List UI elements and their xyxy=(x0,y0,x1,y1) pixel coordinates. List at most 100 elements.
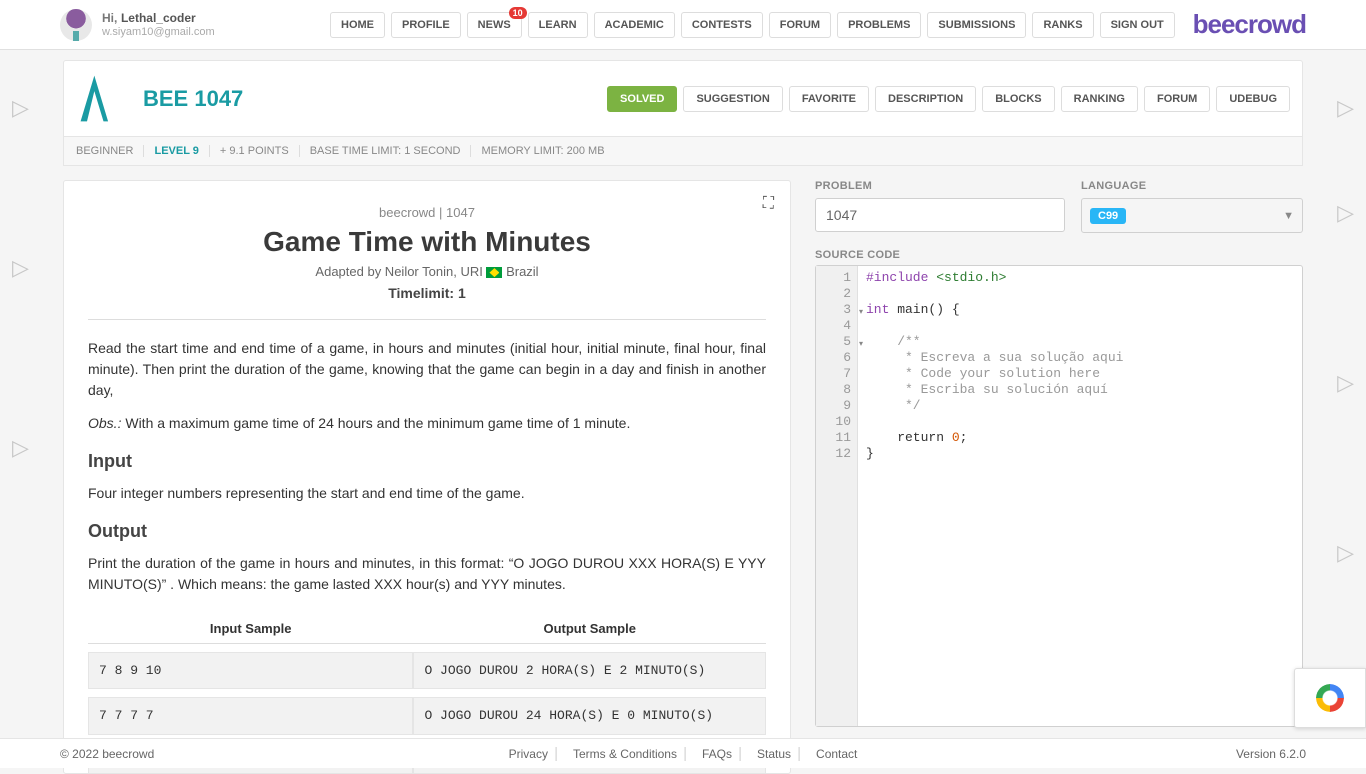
problem-title-bar: BEE 1047 SOLVED SUGGESTION FAVORITE DESC… xyxy=(63,60,1303,137)
obs-label: Obs.: xyxy=(88,415,121,431)
footer-copy: © 2022 beecrowd xyxy=(60,747,154,761)
nav-home[interactable]: HOME xyxy=(330,12,385,38)
code-token: <stdio.h> xyxy=(928,270,1006,285)
nav-forum[interactable]: FORUM xyxy=(769,12,831,38)
meta-basetime: BASE TIME LIMIT: 1 SECOND xyxy=(310,145,472,157)
user-email: w.siyam10@gmail.com xyxy=(102,26,215,39)
table-row: 7 7 7 7O JOGO DUROU 24 HORA(S) E 0 MINUT… xyxy=(88,697,766,735)
fold-icon[interactable]: ▾ xyxy=(859,337,863,353)
nav-news-label: NEWS xyxy=(478,19,511,31)
decor-arrow-icon: ▷ xyxy=(1337,200,1354,226)
news-badge: 10 xyxy=(509,7,527,19)
code-token: ; xyxy=(960,430,968,445)
footer-faqs[interactable]: FAQs xyxy=(694,747,741,761)
decor-arrow-icon: ▷ xyxy=(12,255,29,281)
meta-level[interactable]: LEVEL 9 xyxy=(154,145,209,157)
decor-arrow-icon: ▷ xyxy=(12,435,29,461)
user-text: Hi, Lethal_coder w.siyam10@gmail.com xyxy=(102,10,215,39)
nav-contests[interactable]: CONTESTS xyxy=(681,12,763,38)
editor-gutter: 123▾45▾6789101112 xyxy=(816,266,858,726)
main-nav: HOME PROFILE NEWS10 LEARN ACADEMIC CONTE… xyxy=(330,12,1175,38)
table-row: 7 8 9 10O JOGO DUROU 2 HORA(S) E 2 MINUT… xyxy=(88,652,766,690)
tab-suggestion[interactable]: SUGGESTION xyxy=(683,86,782,112)
heading-input: Input xyxy=(88,448,766,475)
sample-out: O JOGO DUROU 2 HORA(S) E 2 MINUTO(S) xyxy=(413,652,766,690)
problem-adapted: Adapted by Neilor Tonin, URI Brazil xyxy=(88,264,766,279)
country-text: Brazil xyxy=(502,264,538,279)
code-token: /** xyxy=(866,334,921,349)
editor-panel: PROBLEM LANGUAGE C99 ▼ SOURCE CODE 123▾4… xyxy=(815,180,1303,774)
problem-panel: ⛶ beecrowd | 1047 Game Time with Minutes… xyxy=(63,180,791,774)
avatar[interactable] xyxy=(60,9,92,41)
problem-meta-bar: BEGINNER LEVEL 9 + 9.1 POINTS BASE TIME … xyxy=(63,137,1303,166)
code-token: main() { xyxy=(889,302,959,317)
tab-forum[interactable]: FORUM xyxy=(1144,86,1210,112)
footer-status[interactable]: Status xyxy=(749,747,800,761)
problem-source: beecrowd | 1047 xyxy=(88,205,766,220)
footer-version: Version 6.2.0 xyxy=(1236,747,1306,761)
tab-udebug[interactable]: UDEBUG xyxy=(1216,86,1290,112)
footer: © 2022 beecrowd Privacy Terms & Conditio… xyxy=(0,738,1366,768)
obs-text: With a maximum game time of 24 hours and… xyxy=(121,415,630,431)
code-token: * Escriba su solución aquí xyxy=(866,382,1108,397)
code-token: * Code your solution here xyxy=(866,366,1100,381)
code-token: */ xyxy=(866,398,921,413)
tab-description[interactable]: DESCRIPTION xyxy=(875,86,976,112)
brand-logo[interactable]: beecrowd xyxy=(1193,9,1306,40)
decor-arrow-icon: ▷ xyxy=(12,95,29,121)
meta-points: + 9.1 POINTS xyxy=(220,145,300,157)
heading-output: Output xyxy=(88,518,766,545)
recaptcha-badge[interactable] xyxy=(1294,668,1366,728)
adapt-text: Adapted by Neilor Tonin, URI xyxy=(315,264,486,279)
footer-privacy[interactable]: Privacy xyxy=(501,747,557,761)
code-token: * Escreva a sua solução aqui xyxy=(866,350,1123,365)
tab-solved[interactable]: SOLVED xyxy=(607,86,677,112)
level-icon xyxy=(76,71,131,126)
desc-p1: Read the start time and end time of a ga… xyxy=(88,338,766,401)
code-token: 0 xyxy=(952,430,960,445)
th-output: Output Sample xyxy=(413,615,766,644)
footer-terms[interactable]: Terms & Conditions xyxy=(565,747,686,761)
tab-blocks[interactable]: BLOCKS xyxy=(982,86,1054,112)
code-editor[interactable]: 123▾45▾6789101112 #include <stdio.h> int… xyxy=(815,265,1303,727)
chevron-down-icon: ▼ xyxy=(1283,210,1294,222)
tab-ranking[interactable]: RANKING xyxy=(1061,86,1138,112)
problem-description: Read the start time and end time of a ga… xyxy=(88,338,766,774)
tab-favorite[interactable]: FAVORITE xyxy=(789,86,869,112)
nav-submissions[interactable]: SUBMISSIONS xyxy=(927,12,1026,38)
user-hi: Hi, xyxy=(102,11,117,25)
divider xyxy=(88,319,766,320)
expand-icon[interactable]: ⛶ xyxy=(763,195,774,213)
problem-title: Game Time with Minutes xyxy=(88,226,766,258)
sample-in: 7 8 9 10 xyxy=(88,652,413,690)
code-token: } xyxy=(866,446,874,461)
nav-signout[interactable]: SIGN OUT xyxy=(1100,12,1175,38)
footer-contact[interactable]: Contact xyxy=(808,747,865,761)
desc-output: Print the duration of the game in hours … xyxy=(88,553,766,595)
editor-code[interactable]: #include <stdio.h> int main() { /** * Es… xyxy=(858,266,1131,726)
meta-memory: MEMORY LIMIT: 200 MB xyxy=(481,145,614,157)
sample-out: O JOGO DUROU 24 HORA(S) E 0 MINUTO(S) xyxy=(413,697,766,735)
brazil-flag-icon xyxy=(486,267,502,278)
nav-learn[interactable]: LEARN xyxy=(528,12,588,38)
timelimit: Timelimit: 1 xyxy=(88,285,766,301)
nav-profile[interactable]: PROFILE xyxy=(391,12,461,38)
decor-arrow-icon: ▷ xyxy=(1337,540,1354,566)
language-select[interactable]: C99 ▼ xyxy=(1081,198,1303,233)
meta-category: BEGINNER xyxy=(76,145,144,157)
nav-problems[interactable]: PROBLEMS xyxy=(837,12,921,38)
user-block[interactable]: Hi, Lethal_coder w.siyam10@gmail.com xyxy=(60,9,290,41)
problem-input[interactable] xyxy=(815,198,1065,232)
fold-icon[interactable]: ▾ xyxy=(859,305,863,321)
label-problem: PROBLEM xyxy=(815,180,1065,192)
language-tag: C99 xyxy=(1090,208,1126,224)
nav-news[interactable]: NEWS10 xyxy=(467,12,522,38)
top-bar: Hi, Lethal_coder w.siyam10@gmail.com HOM… xyxy=(0,0,1366,50)
language-field-wrap: LANGUAGE C99 ▼ xyxy=(1081,180,1303,233)
label-language: LANGUAGE xyxy=(1081,180,1303,192)
nav-academic[interactable]: ACADEMIC xyxy=(594,12,675,38)
decor-arrow-icon: ▷ xyxy=(1337,95,1354,121)
desc-obs: Obs.: With a maximum game time of 24 hou… xyxy=(88,413,766,434)
nav-ranks[interactable]: RANKS xyxy=(1032,12,1093,38)
problem-field-wrap: PROBLEM xyxy=(815,180,1065,233)
